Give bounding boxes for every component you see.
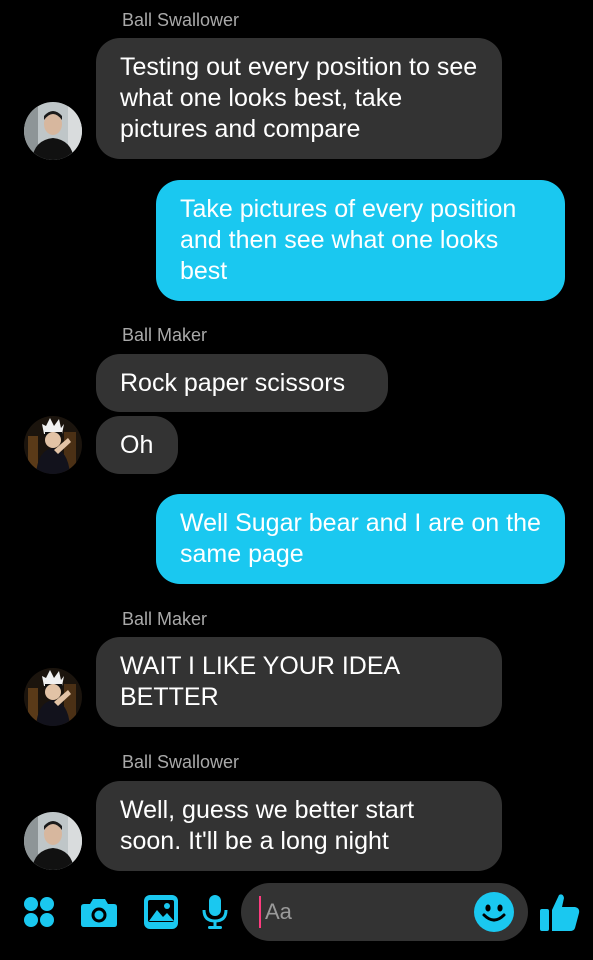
message-bubble-outgoing[interactable]: Well Sugar bear and I are on the same pa… — [156, 494, 565, 584]
avatar[interactable] — [24, 812, 82, 870]
message-input[interactable] — [259, 896, 465, 928]
message-input-container[interactable] — [241, 883, 528, 941]
message-bubble-incoming[interactable]: Testing out every position to see what o… — [96, 38, 502, 159]
microphone-icon[interactable] — [197, 894, 233, 930]
sender-name: Ball Maker — [122, 325, 208, 345]
message-bubble-incoming[interactable]: Oh — [96, 416, 178, 474]
sender-name: Ball Maker — [122, 609, 208, 629]
sender-name: Ball Swallower — [122, 10, 240, 30]
message-bubble-incoming[interactable]: Well, guess we better start soon. It'll … — [96, 781, 502, 871]
composer-bar — [0, 880, 593, 944]
message-bubble-outgoing[interactable]: Take pictures of every position and then… — [156, 180, 565, 301]
sender-name: Ball Swallower — [122, 752, 240, 772]
gallery-icon[interactable] — [143, 894, 179, 930]
emoji-icon[interactable] — [474, 892, 514, 937]
message-bubble-incoming[interactable]: WAIT I LIKE YOUR IDEA BETTER — [96, 637, 502, 727]
camera-icon[interactable] — [81, 894, 117, 930]
avatar[interactable] — [24, 416, 82, 474]
apps-icon[interactable] — [21, 894, 57, 930]
thumbs-up-icon[interactable] — [540, 892, 580, 932]
avatar[interactable] — [24, 102, 82, 160]
message-bubble-incoming[interactable]: Rock paper scissors — [96, 354, 388, 412]
avatar[interactable] — [24, 668, 82, 726]
